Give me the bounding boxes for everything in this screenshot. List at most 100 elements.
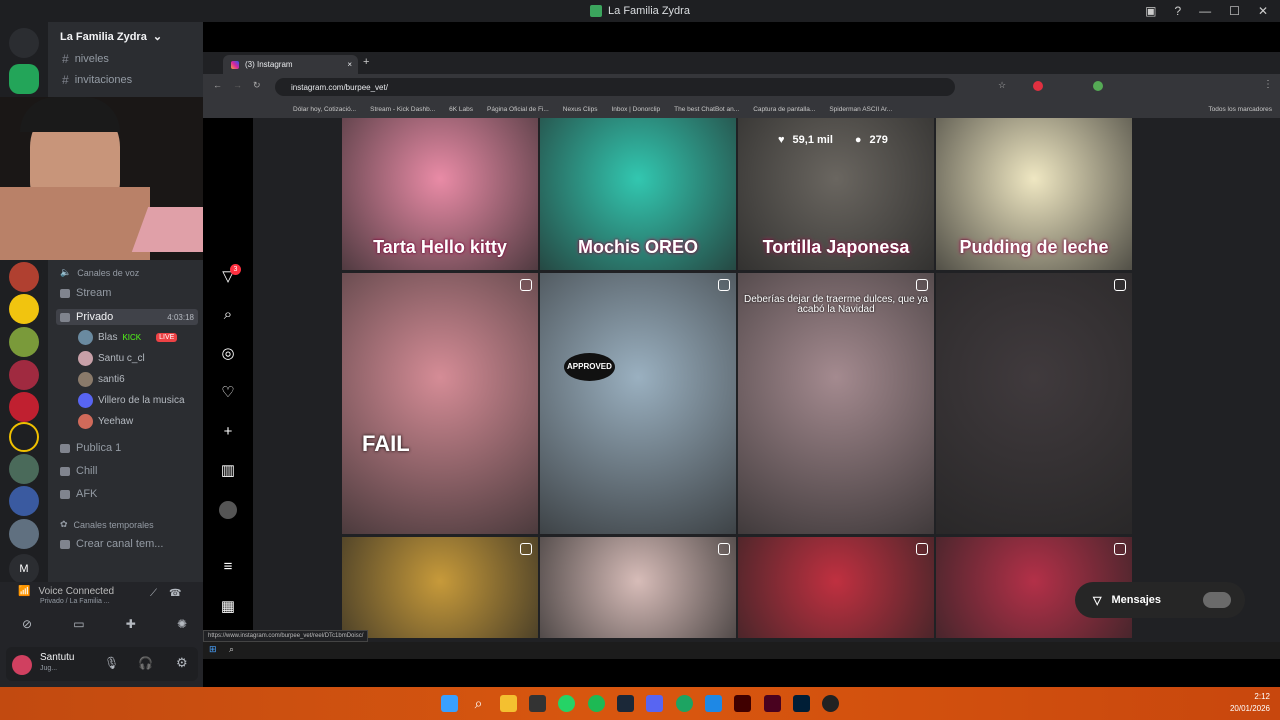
voice-channel-privado[interactable]: Privado 4:03:18 xyxy=(56,309,198,325)
bookmark[interactable]: Dólar hoy, Cotizació... xyxy=(293,106,356,113)
discord-icon[interactable] xyxy=(646,695,663,712)
app-icon[interactable] xyxy=(529,695,546,712)
bookmark[interactable]: Stream - Kick Dashb... xyxy=(370,106,435,113)
address-bar[interactable]: instagram.com/burpee_vet/ xyxy=(275,78,955,96)
search-icon[interactable]: ⌕ xyxy=(229,644,234,655)
bookmark[interactable]: Nexus Clips xyxy=(563,106,598,113)
voice-user[interactable]: Santu c_cl xyxy=(78,351,145,366)
photoshop-icon[interactable] xyxy=(793,695,810,712)
spotify-icon[interactable] xyxy=(588,695,605,712)
discord-home-icon[interactable] xyxy=(9,28,39,58)
tab-instagram[interactable]: (3) Instagram × xyxy=(223,55,358,74)
maximize-icon[interactable]: ☐ xyxy=(1229,4,1240,18)
forward-icon[interactable]: → xyxy=(233,80,242,90)
server-icon[interactable] xyxy=(9,360,39,390)
windows-icon[interactable]: ⊞ xyxy=(209,644,217,655)
category-voice[interactable]: 🔈 Canales de voz xyxy=(60,267,139,278)
hamburger-menu-icon[interactable]: ≡ xyxy=(219,558,237,576)
whatsapp-icon[interactable] xyxy=(558,695,575,712)
bookmark[interactable]: The best ChatBot an... xyxy=(674,106,739,113)
bookmark[interactable]: Captura de pantalla... xyxy=(753,106,815,113)
new-tab-icon[interactable]: + xyxy=(363,56,369,68)
explore-icon[interactable]: ◎ xyxy=(219,345,237,363)
gear-icon[interactable]: ⚙ xyxy=(176,655,188,671)
m-server-icon[interactable]: M xyxy=(9,554,39,584)
voice-user[interactable]: Yeehaw xyxy=(78,414,133,429)
grid-tile[interactable] xyxy=(936,273,1132,534)
category-temp[interactable]: ✿ Canales temporales xyxy=(60,519,154,530)
grid-tile[interactable]: Tarta Hello kitty xyxy=(342,118,538,270)
messages-button[interactable]: ▽ Mensajes xyxy=(1075,582,1245,618)
mic-icon[interactable]: 🎙 xyxy=(104,656,119,670)
profile-avatar[interactable] xyxy=(219,501,237,519)
back-icon[interactable]: ← xyxy=(213,80,222,90)
server-icon[interactable] xyxy=(9,454,39,484)
voice-user[interactable]: Blas KICK LIVE xyxy=(78,330,178,345)
voice-channel-stream[interactable]: Stream xyxy=(60,287,111,299)
server-icon[interactable] xyxy=(9,294,39,324)
illustrator-icon[interactable] xyxy=(734,695,751,712)
chrome-icon[interactable] xyxy=(676,695,693,712)
grid-tile[interactable]: Deberías dejar de traerme dulces, que ya… xyxy=(738,273,934,534)
extension-icon[interactable] xyxy=(1093,81,1103,91)
close-icon[interactable]: ✕ xyxy=(1258,4,1268,18)
extension-icon[interactable] xyxy=(1033,81,1043,91)
server-header[interactable]: La Familia Zydra ⌄ xyxy=(60,30,162,44)
indesign-icon[interactable] xyxy=(764,695,781,712)
bookmark[interactable]: Inbox | Donorclip xyxy=(611,106,660,113)
more-icon[interactable]: ▦ xyxy=(219,598,237,616)
menu-dots-icon[interactable]: ⋮ xyxy=(1263,79,1273,90)
system-clock[interactable]: 2:12 20/01/2026 xyxy=(1230,691,1270,715)
help-icon[interactable]: ? xyxy=(1174,4,1181,18)
grid-tile[interactable] xyxy=(540,537,736,638)
grid-tile[interactable] xyxy=(738,537,934,638)
grid-tile[interactable]: Tortilla Japonesa ♥ 59,1 mil ● 279 xyxy=(738,118,934,270)
server-icon[interactable] xyxy=(9,327,39,357)
dashboard-icon[interactable]: ▥ xyxy=(219,462,237,480)
server-icon[interactable] xyxy=(9,392,39,422)
channel-invitaciones[interactable]: # invitaciones xyxy=(62,73,132,87)
file-explorer-icon[interactable] xyxy=(500,695,517,712)
obs-icon[interactable] xyxy=(822,695,839,712)
create-icon[interactable]: + xyxy=(219,423,237,441)
steam-icon[interactable] xyxy=(617,695,634,712)
screen-share-icon[interactable]: ▭ xyxy=(73,617,84,631)
camera-off-icon[interactable]: ⊘ xyxy=(22,617,32,631)
bookmark[interactable]: 6K Labs xyxy=(449,106,473,113)
app-icon[interactable] xyxy=(705,695,722,712)
disconnect-icon[interactable]: ☎ xyxy=(169,588,181,599)
voice-channel-afk[interactable]: AFK xyxy=(60,488,97,500)
grid-tile[interactable]: Mochis OREO xyxy=(540,118,736,270)
voice-channel-chill[interactable]: Chill xyxy=(60,465,97,477)
soundboard-icon[interactable]: ✺ xyxy=(177,617,187,631)
activity-icon[interactable]: ✚ xyxy=(126,617,136,631)
heart-icon[interactable]: ♡ xyxy=(219,384,237,402)
grid-tile[interactable]: Pudding de leche xyxy=(936,118,1132,270)
search-icon[interactable]: ⌕ xyxy=(219,306,237,324)
reload-icon[interactable]: ↻ xyxy=(253,80,261,91)
server-icon[interactable] xyxy=(9,519,39,549)
noise-icon[interactable]: ⟋ xyxy=(150,588,157,599)
inbox-icon[interactable]: ▣ xyxy=(1145,4,1156,18)
bookmark[interactable]: Página Oficial de Fi... xyxy=(487,106,549,113)
create-temp-channel[interactable]: Crear canal tem... xyxy=(60,538,163,550)
bookmark-star-icon[interactable]: ☆ xyxy=(998,80,1006,91)
server-icon[interactable] xyxy=(9,64,39,94)
server-icon[interactable] xyxy=(9,262,39,292)
voice-user[interactable]: santi6 xyxy=(78,372,125,387)
search-icon[interactable]: ⌕ xyxy=(470,695,487,712)
close-tab-icon[interactable]: × xyxy=(347,60,352,69)
grid-tile[interactable] xyxy=(342,537,538,638)
channel-niveles[interactable]: # niveles xyxy=(62,52,109,66)
grid-tile[interactable]: FAIL xyxy=(342,273,538,534)
voice-user[interactable]: Villero de la musica xyxy=(78,393,185,408)
bookmark[interactable]: Spiderman ASCII Ar... xyxy=(829,106,892,113)
grid-tile[interactable]: APPROVED xyxy=(540,273,736,534)
headset-icon[interactable]: 🎧 xyxy=(138,656,153,670)
server-icon[interactable] xyxy=(9,422,39,452)
minimize-icon[interactable]: — xyxy=(1199,4,1211,18)
windows-start-icon[interactable] xyxy=(441,695,458,712)
all-bookmarks[interactable]: Todos los marcadores xyxy=(1208,106,1280,113)
voice-channel-publica[interactable]: Publica 1 xyxy=(60,442,121,454)
server-icon[interactable] xyxy=(9,486,39,516)
